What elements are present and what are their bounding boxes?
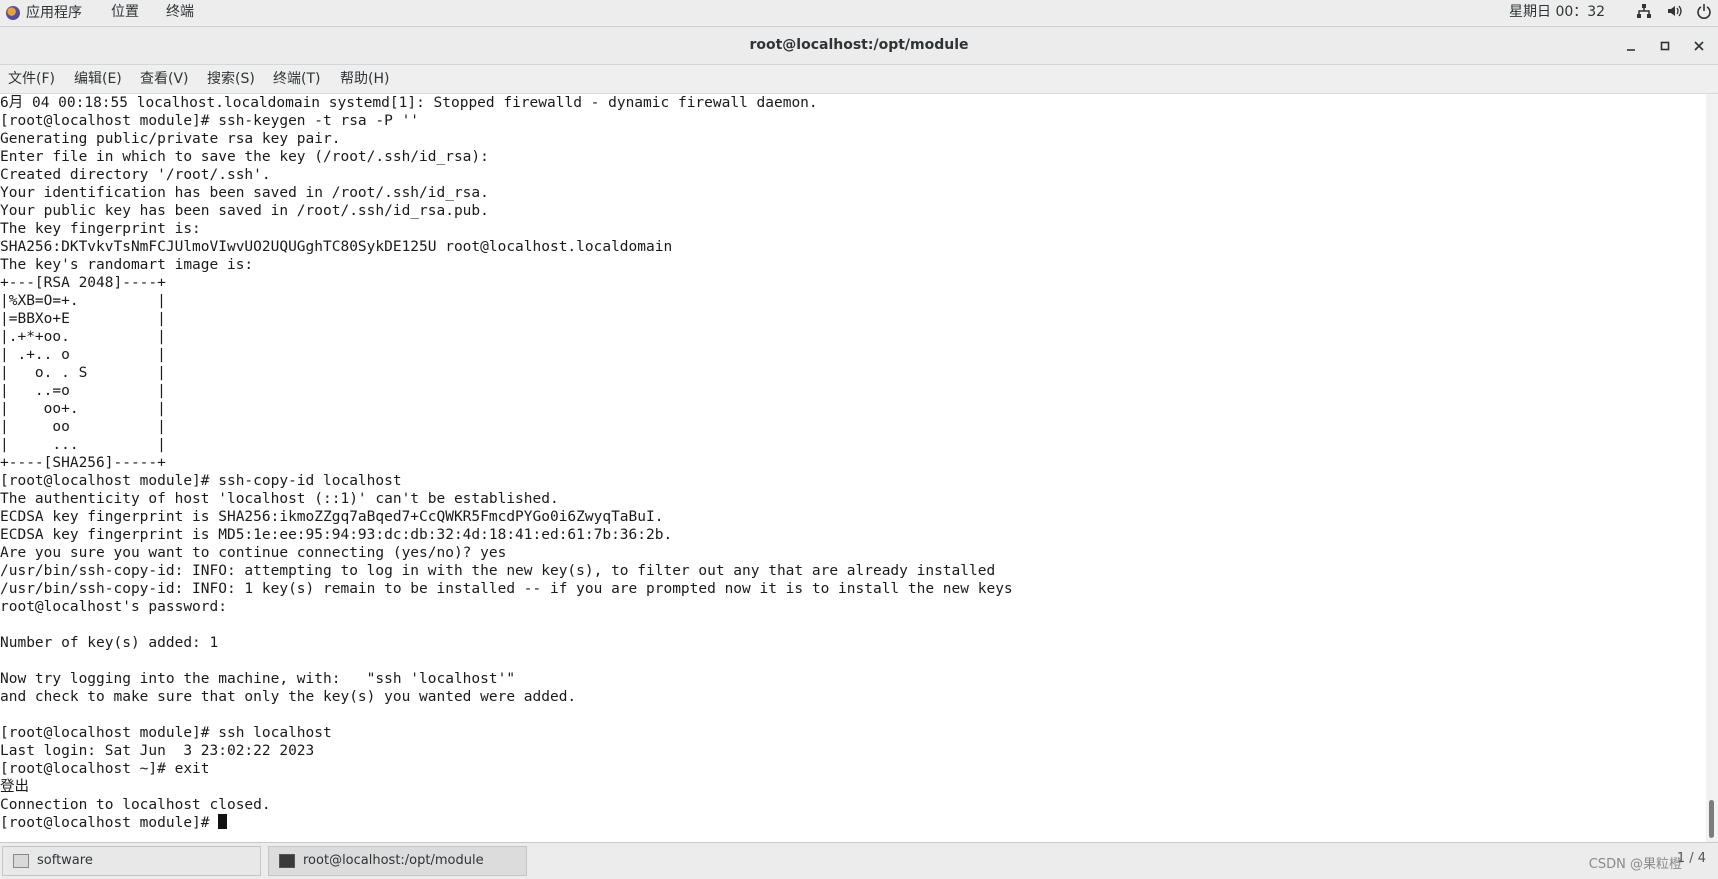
places-menu[interactable]: 位置: [111, 0, 139, 26]
maximize-button[interactable]: [1655, 36, 1675, 56]
terminal-icon: [279, 854, 295, 868]
applications-label: 应用程序: [26, 4, 82, 21]
terminal-line: ECDSA key fingerprint is MD5:1e:ee:95:94…: [0, 527, 673, 543]
terminal-line: and check to make sure that only the key…: [0, 689, 577, 705]
terminal-line: | ..=o |: [0, 383, 166, 399]
terminal-output[interactable]: 6月 04 00:18:55 localhost.localdomain sys…: [0, 94, 1706, 842]
terminal-line: Created directory '/root/.ssh'.: [0, 167, 271, 183]
terminal-line: 6月 04 00:18:55 localhost.localdomain sys…: [0, 95, 818, 111]
terminal-line: Now try logging into the machine, with: …: [0, 671, 516, 687]
terminal-line: Last login: Sat Jun 3 23:02:22 2023: [0, 743, 315, 759]
terminal-line: | oo+. |: [0, 401, 166, 417]
text-cursor: [218, 814, 228, 829]
volume-icon[interactable]: [1666, 3, 1682, 19]
menu-help[interactable]: 帮助(H): [338, 65, 391, 93]
terminal-line: Your public key has been saved in /root/…: [0, 203, 489, 219]
minimize-icon: [1627, 49, 1635, 51]
terminal-line: | o. . S |: [0, 365, 166, 381]
watermark: CSDN @果粒橙: [1588, 857, 1682, 872]
minimize-button[interactable]: [1621, 36, 1641, 56]
close-button[interactable]: [1689, 36, 1709, 56]
close-icon: [1694, 41, 1704, 51]
task-label: software: [37, 853, 93, 868]
terminal-line: |%XB=O=+. |: [0, 293, 166, 309]
terminal-line: +---[RSA 2048]----+: [0, 275, 166, 291]
gnome-logo-icon: [6, 6, 20, 20]
terminal-line: Number of key(s) added: 1: [0, 635, 219, 651]
terminal-line: [root@localhost module]# ssh-keygen -t r…: [0, 113, 420, 129]
prompt-text: [root@localhost module]#: [0, 815, 219, 831]
menu-terminal[interactable]: 终端(T): [271, 65, 322, 93]
terminal-line: +----[SHA256]-----+: [0, 455, 166, 471]
terminal-line: |.+*+oo. |: [0, 329, 166, 345]
terminal-line: The key fingerprint is:: [0, 221, 201, 237]
terminal-app-menu[interactable]: 终端: [166, 0, 194, 26]
terminal-line: [root@localhost module]# ssh localhost: [0, 725, 332, 741]
terminal-line: | .+.. o |: [0, 347, 166, 363]
window-title: root@localhost:/opt/module: [749, 37, 969, 53]
task-software[interactable]: software: [2, 846, 261, 876]
terminal-line: [root@localhost module]# ssh-copy-id loc…: [0, 473, 402, 489]
terminal-line: Enter file in which to save the key (/ro…: [0, 149, 489, 165]
prompt-line[interactable]: [root@localhost module]#: [0, 814, 1706, 832]
top-panel: 应用程序 位置 终端 星期日 00：32: [0, 0, 1718, 27]
window-titlebar[interactable]: root@localhost:/opt/module: [0, 27, 1718, 65]
terminal-line: Connection to localhost closed.: [0, 797, 271, 813]
power-icon[interactable]: [1696, 3, 1712, 19]
terminal-text: 6月 04 00:18:55 localhost.localdomain sys…: [0, 94, 1706, 832]
terminal-line: root@localhost's password:: [0, 599, 227, 615]
terminal-line: 登出: [0, 779, 29, 795]
menu-edit[interactable]: 编辑(E): [72, 65, 124, 93]
workspace-indicator[interactable]: 1 / 4: [1677, 851, 1706, 866]
maximize-icon: [1660, 41, 1670, 51]
menu-file[interactable]: 文件(F): [6, 65, 57, 93]
applications-menu[interactable]: 应用程序: [6, 0, 82, 26]
menu-search[interactable]: 搜索(S): [205, 65, 257, 93]
terminal-line: Your identification has been saved in /r…: [0, 185, 489, 201]
terminal-line: Generating public/private rsa key pair.: [0, 131, 341, 147]
terminal-line: |=BBXo+E |: [0, 311, 166, 327]
terminal-line: /usr/bin/ssh-copy-id: INFO: attempting t…: [0, 563, 996, 579]
terminal-line: The authenticity of host 'localhost (::1…: [0, 491, 559, 507]
terminal-line: /usr/bin/ssh-copy-id: INFO: 1 key(s) rem…: [0, 581, 1013, 597]
task-terminal[interactable]: root@localhost:/opt/module: [268, 846, 527, 876]
terminal-line: | ... |: [0, 437, 166, 453]
system-tray[interactable]: [1636, 3, 1712, 19]
network-icon[interactable]: [1636, 3, 1652, 19]
terminal-line: | oo |: [0, 419, 166, 435]
bottom-taskbar: software root@localhost:/opt/module CSDN…: [0, 842, 1718, 879]
terminal-line: SHA256:DKTvkvTsNmFCJUlmoVIwvUO2UQUGghTC8…: [0, 239, 673, 255]
clock[interactable]: 星期日 00：32: [1509, 0, 1605, 26]
terminal-line: [root@localhost ~]# exit: [0, 761, 210, 777]
menu-view[interactable]: 查看(V): [138, 65, 191, 93]
terminal-line: Are you sure you want to continue connec…: [0, 545, 507, 561]
terminal-line: ECDSA key fingerprint is SHA256:ikmoZZgq…: [0, 509, 664, 525]
scroll-thumb[interactable]: [1709, 800, 1714, 838]
window-icon: [13, 854, 29, 868]
terminal-menubar: 文件(F) 编辑(E) 查看(V) 搜索(S) 终端(T) 帮助(H): [0, 65, 1718, 94]
terminal-line: The key's randomart image is:: [0, 257, 254, 273]
terminal-scrollbar[interactable]: [1706, 94, 1718, 842]
task-label: root@localhost:/opt/module: [303, 853, 484, 868]
